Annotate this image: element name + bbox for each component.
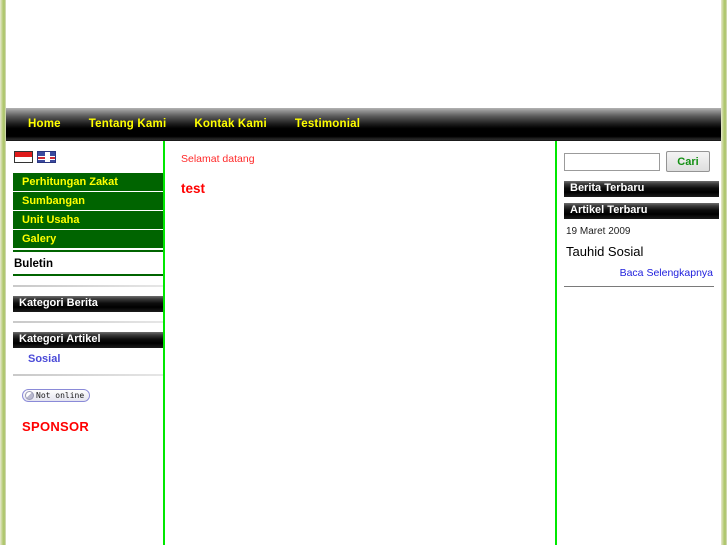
kategori-artikel-item-sosial[interactable]: Sosial xyxy=(28,353,159,365)
sidebar-divider-2 xyxy=(13,321,163,323)
section-header-kategori-berita: Kategori Berita xyxy=(13,296,163,312)
main-content: Selamat datang test xyxy=(165,141,557,545)
sidebar-divider-1 xyxy=(13,285,163,287)
nav-item-kontak-kami[interactable]: Kontak Kami xyxy=(180,108,281,141)
search-button[interactable]: Cari xyxy=(666,151,710,172)
uk-flag-icon[interactable] xyxy=(37,151,56,163)
page-title: test xyxy=(181,181,206,196)
page-root: Home Tentang Kami Kontak Kami Testimonia… xyxy=(0,0,727,545)
section-header-kategori-artikel: Kategori Artikel xyxy=(13,332,163,348)
menu-item-unit-usaha[interactable]: Unit Usaha xyxy=(13,211,163,230)
status-badge[interactable]: Not online xyxy=(22,389,91,402)
left-sidebar: Perhitungan Zakat Sumbangan Unit Usaha G… xyxy=(6,141,165,545)
menu-item-perhitungan-zakat[interactable]: Perhitungan Zakat xyxy=(13,173,163,192)
latest-article-read-more-link[interactable]: Baca Selengkapnya xyxy=(620,267,713,279)
nav-item-tentang-kami[interactable]: Tentang Kami xyxy=(75,108,181,141)
latest-article-more-wrap: Baca Selengkapnya xyxy=(561,263,713,281)
nav-item-home[interactable]: Home xyxy=(14,108,75,141)
body-columns: Perhitungan Zakat Sumbangan Unit Usaha G… xyxy=(6,141,721,545)
search-input[interactable] xyxy=(564,152,660,171)
indonesia-flag-icon[interactable] xyxy=(14,151,33,163)
latest-article-date: 19 Maret 2009 xyxy=(566,226,631,237)
menu-item-galery[interactable]: Galery xyxy=(13,230,163,249)
language-switcher xyxy=(14,151,159,163)
sidebar-divider-3 xyxy=(13,374,163,376)
page-edge-right xyxy=(721,0,727,545)
latest-article-title[interactable]: Tauhid Sosial xyxy=(566,244,717,259)
menu-item-sumbangan[interactable]: Sumbangan xyxy=(13,192,163,211)
nav-item-testimonial[interactable]: Testimonial xyxy=(281,108,374,141)
right-sidebar: Cari Berita Terbaru Artikel Terbaru 19 M… xyxy=(557,141,721,545)
welcome-text: Selamat datang xyxy=(181,153,255,165)
latest-article-rule xyxy=(564,286,714,287)
buletin-label: Buletin xyxy=(14,258,53,270)
section-header-artikel-terbaru: Artikel Terbaru xyxy=(564,203,719,219)
buletin-section: Buletin xyxy=(13,250,163,276)
search-form: Cari xyxy=(564,151,717,172)
site-banner xyxy=(6,0,721,108)
main-navigation: Home Tentang Kami Kontak Kami Testimonia… xyxy=(6,108,721,141)
section-header-berita-terbaru: Berita Terbaru xyxy=(564,181,719,197)
status-badge-label: Not online xyxy=(36,391,85,400)
sponsor-heading: SPONSOR xyxy=(22,419,90,434)
green-menu: Perhitungan Zakat Sumbangan Unit Usaha G… xyxy=(13,173,163,249)
status-circle-icon xyxy=(25,391,34,400)
